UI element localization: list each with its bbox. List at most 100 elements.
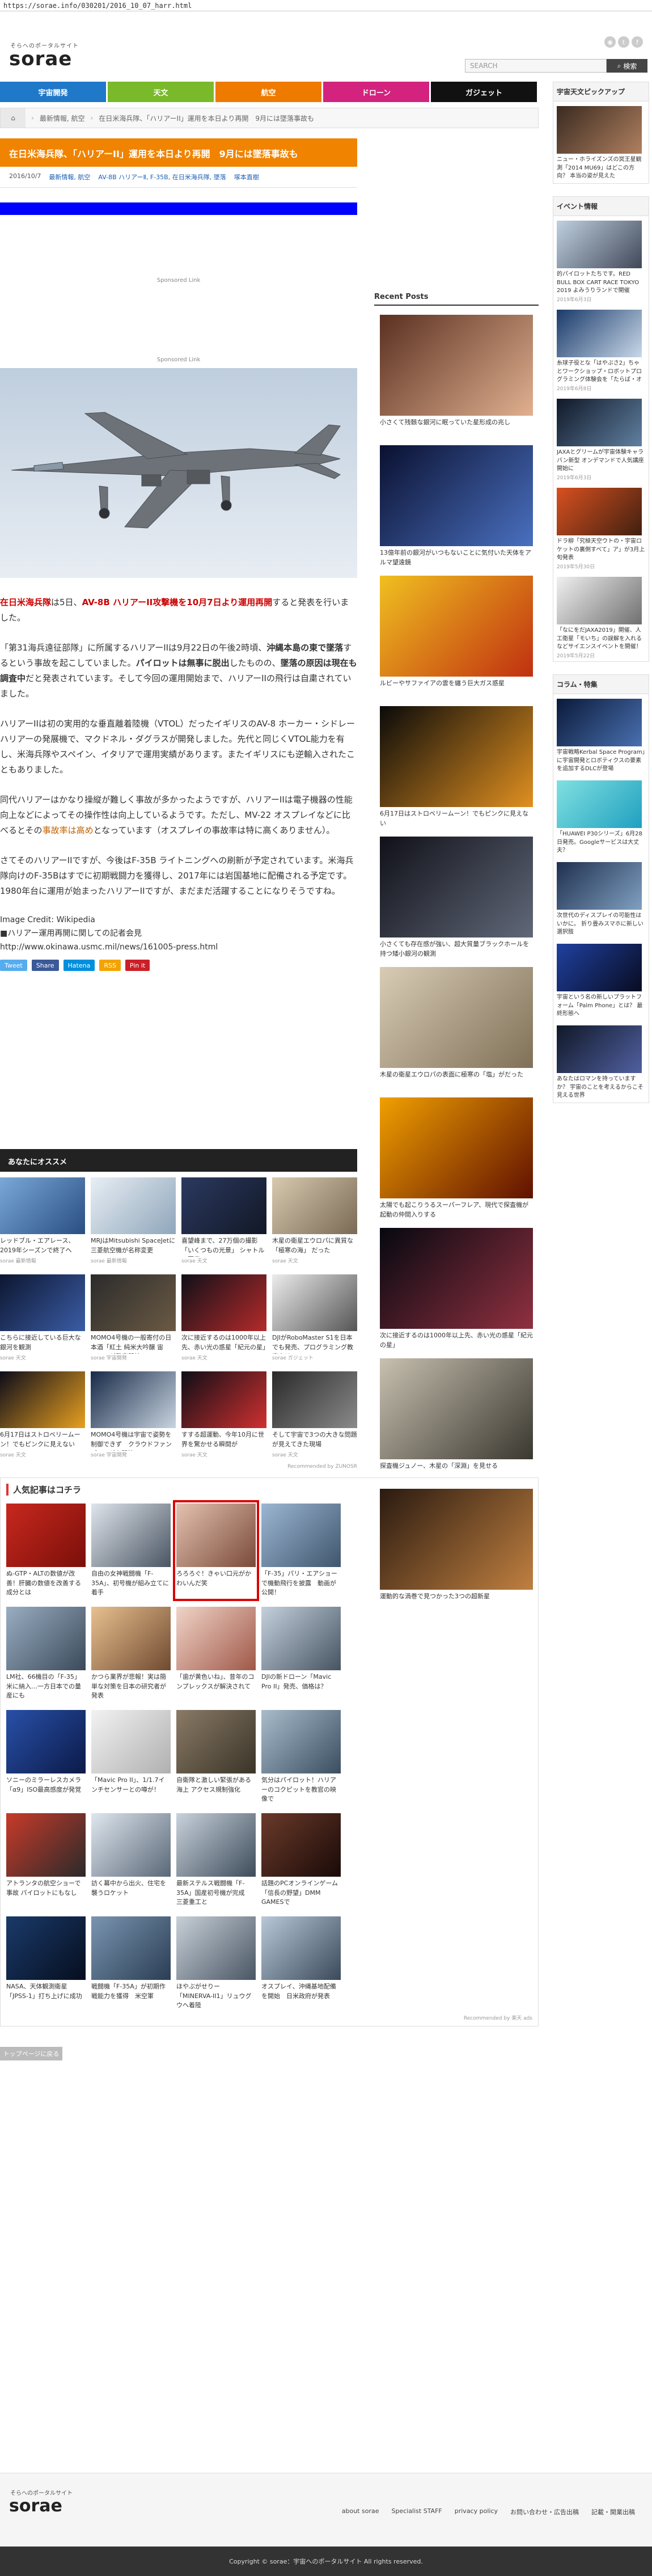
recent-post[interactable]: 太陽でも起こりうるスーパーフレア、現代で探査機が起動の仲間入りする (374, 1097, 539, 1219)
recommend-item-title[interactable]: 6月17日はストロベリームーン！でもピンクに見えない (0, 1430, 85, 1451)
search-input[interactable]: SEARCH (465, 59, 607, 73)
share-button-pin-it[interactable]: Pin it (125, 960, 150, 972)
events-item-title[interactable]: 糸球子役とな「はやぶさ2」ちゃとワークショップ・ロボットプログラミング体験会を「… (557, 360, 645, 385)
thumbnail-image[interactable] (380, 706, 533, 807)
thumbnail-image[interactable] (181, 1274, 266, 1332)
thumbnail-image[interactable] (557, 862, 642, 910)
thumbnail-image[interactable] (261, 1504, 341, 1568)
recommend-item-title[interactable]: そして宇宙で3つの大きな問題が見えてきた現場 (272, 1430, 357, 1451)
popular-item[interactable]: ほやぶがせりー「MINERVA-II1」リュウグウへ着陸 (176, 1916, 256, 2011)
popular-item[interactable]: 話題のPCオンラインゲーム「信長の野望」DMM GAMESで (261, 1813, 341, 1907)
thumbnail-image[interactable] (557, 1025, 642, 1073)
article-tags[interactable]: AV-8B ハリアーⅡ, F-35B, 在日米海兵隊, 墜落 (98, 172, 226, 181)
breadcrumb-category[interactable]: 最新情報, 航空 (40, 113, 85, 123)
column-item[interactable]: 「HUAWEI P30シリーズ」6月28日発売。Googleサービスは大丈夫？ (553, 776, 649, 858)
ad-banner[interactable] (0, 202, 357, 215)
footer-link[interactable]: about sorae (342, 2507, 379, 2516)
rss-icon[interactable]: ◉ (604, 36, 616, 48)
column-item-title[interactable]: あなたはロマンを持っていますか？ 宇宙のことを考えるからこそ見える世界 (557, 1075, 645, 1100)
footer-link[interactable]: privacy policy (455, 2507, 498, 2516)
recent-post-title[interactable]: 6月17日はストロベリームーン！でもピンクに見えない (374, 807, 539, 827)
back-to-top-button[interactable]: トップページに戻る (0, 2047, 62, 2061)
column-item-title[interactable]: 宇宙戦略Kerbal Space Program」に宇宙開発とロボティクスの要素… (557, 749, 645, 774)
site-logo[interactable]: sorae (9, 48, 72, 70)
nav-item-2[interactable]: 航空 (215, 82, 323, 102)
thumbnail-image[interactable] (346, 1813, 426, 1877)
recommend-item[interactable]: 木星の衛星エウロパに異質な「極寒の海」 だった sorae 天文 (272, 1177, 357, 1264)
search-button[interactable]: ⌕ 検索 (607, 59, 647, 73)
thumbnail-image[interactable] (181, 1177, 266, 1235)
pickup-item-title[interactable]: ニュー・ホライズンズの冥王星観測「2014 MU69」はどこの方向？ 本当の姿が… (557, 156, 645, 181)
recent-post[interactable]: 小さくても存在感が強い、超大質量ブラックホールを持つ矮小銀河の観測 (374, 837, 539, 958)
thumbnail-image[interactable] (557, 780, 642, 828)
recommend-item-title[interactable]: MOMO4号機の一般寄付の日本酒「紅土 純米大吟醸 宙へ！」が発売開始 (91, 1333, 176, 1354)
thumbnail-image[interactable] (557, 944, 642, 991)
recent-post-title[interactable]: 運動的な渦巻で見つかった3つの超新星 (374, 1590, 539, 1610)
thumbnail-image[interactable] (557, 699, 642, 746)
thumbnail-image[interactable] (181, 1371, 266, 1429)
nav-item-3[interactable]: ドローン (323, 82, 431, 102)
thumbnail-image[interactable] (557, 399, 642, 446)
recommend-item-title[interactable]: すする超運動、今年10月に世界を驚かせる瞬間が (181, 1430, 266, 1451)
thumbnail-image[interactable] (557, 221, 642, 268)
recent-post[interactable]: 運動的な渦巻で見つかった3つの超新星 (374, 1489, 539, 1610)
popular-item-title[interactable]: アトランタの航空ショーで事故 パイロットにもなし (6, 1879, 86, 1907)
events-item-title[interactable]: JAXAとグリームが宇宙体験キャラバン新型 オンデマンドで人気講座開始に (557, 449, 645, 474)
thumbnail-image[interactable] (176, 1504, 256, 1568)
recent-post[interactable]: 木星の衛星エウロパの表面に極寒の「塩」がだった (374, 967, 539, 1088)
recent-post-title[interactable]: ルビーやサファイアの雲を纏う巨大ガス惑星 (374, 677, 539, 697)
events-item[interactable]: 「なにをだJAXA2019」開催、人工衛星「モいち」の誤解を入れるなどサイエンス… (553, 572, 649, 661)
thumbnail-image[interactable] (261, 1607, 341, 1671)
thumbnail-image[interactable] (346, 1607, 426, 1671)
column-item-title[interactable]: 「HUAWEI P30シリーズ」6月28日発売。Googleサービスは大丈夫？ (557, 830, 645, 855)
thumbnail-image[interactable] (91, 1607, 171, 1671)
popular-item-title[interactable]: 自由の女神戦闘機「F-35A」、初号機が組み立てに着手 (91, 1569, 171, 1598)
thumbnail-image[interactable] (380, 1228, 533, 1329)
recommend-item[interactable]: そして宇宙で3つの大きな問題が見えてきた現場 sorae 天文 (272, 1371, 357, 1458)
popular-item-title[interactable]: 「F-35」パリ・エアショーで機動飛行を披露 動画が公開！ (261, 1569, 341, 1598)
events-item-title[interactable]: 的パイロットたちです。RED BULL BOX CART RACE TOKYO … (557, 271, 645, 295)
article-category[interactable]: 最新情報, 航空 (49, 172, 90, 181)
accident-rate-link[interactable]: 事故率は高め (43, 825, 94, 835)
recommend-item-title[interactable]: DJIがRoboMaster S1を日本でも発売、プログラミング教育向け (272, 1333, 357, 1354)
events-item-title[interactable]: 「なにをだJAXA2019」開催、人工衛星「モいち」の誤解を入れるなどサイエンス… (557, 627, 645, 652)
thumbnail-image[interactable] (380, 1097, 533, 1198)
thumbnail-image[interactable] (0, 1371, 85, 1429)
popular-item[interactable]: ソニーのミラーレスカメラ「α9」ISO最高感度が発覚 (6, 1710, 86, 1804)
thumbnail-image[interactable] (380, 967, 533, 1068)
nav-item-4[interactable]: ガジェット (431, 82, 539, 102)
column-item-title[interactable]: 次世代のディスプレイの可能性はいかに。 折り畳みスマホに新しい選択肢 (557, 912, 645, 937)
recent-post-title[interactable]: 13億年前の銀河がいつもないことに気付いた天体をアルマ望遠鏡 (374, 546, 539, 567)
column-item[interactable]: あなたはロマンを持っていますか？ 宇宙のことを考えるからこそ見える世界 (553, 1021, 649, 1103)
share-button-rss[interactable]: RSS (99, 960, 121, 972)
thumbnail-image[interactable] (91, 1916, 171, 1980)
thumbnail-image[interactable] (91, 1504, 171, 1568)
popular-item-title[interactable]: 最新ステルス戦闘機「F-35A」国産初号機が完成 三菱重工と (176, 1879, 256, 1907)
recent-post-title[interactable]: 小さくても存在感が強い、超大質量ブラックホールを持つ矮小銀河の観測 (374, 938, 539, 958)
popular-item-title[interactable]: かつら業界が悲報！実は簡単な対策を日本の研究者が発表 (91, 1673, 171, 1701)
popular-item[interactable]: DJIの新ドローン「Mavic Pro II」発売、価格は？ (261, 1607, 341, 1701)
thumbnail-image[interactable] (380, 1358, 533, 1459)
thumbnail-image[interactable] (176, 1916, 256, 1980)
thumbnail-image[interactable] (380, 837, 533, 938)
recent-post[interactable]: 小さくて残骸な銀河に眠っていた星形成の兆し (374, 315, 539, 436)
thumbnail-image[interactable] (346, 1916, 426, 1980)
article-author[interactable]: 塚本直樹 (234, 172, 259, 181)
popular-item[interactable]: 自衛隊と激しい緊張がある海上 アクセス規制強化 (176, 1710, 256, 1804)
home-icon[interactable]: ⌂ (1, 108, 26, 128)
recommend-item[interactable]: 6月17日はストロベリームーン！でもピンクに見えない sorae 天文 (0, 1371, 85, 1458)
popular-item-title[interactable]: NASA、天体観測衛星「JPSS-1」打ち上げに成功 (6, 1982, 86, 2011)
popular-item-title[interactable]: ソニーのミラーレスカメラ「α9」ISO最高感度が発覚 (6, 1776, 86, 1804)
popular-item[interactable]: ろろろぐ！きゃい口元がかわいんだ笑 (173, 1500, 259, 1602)
popular-item-title[interactable]: LM社、66機目の「F-35」米に納入…一方日本での量産にも (6, 1673, 86, 1701)
pickup-item[interactable]: ニュー・ホライズンズの冥王星観測「2014 MU69」はどこの方向？ 本当の姿が… (553, 102, 649, 183)
popular-item[interactable]: 「Mavic Pro II」、1/1.7インチセンサーとの噂が！ (91, 1710, 171, 1804)
popular-item[interactable]: 「歯が黄色いね」、昔年のコンプレックスが解決されて (176, 1607, 256, 1701)
thumbnail-image[interactable] (6, 1710, 86, 1774)
source-url[interactable]: http://www.okinawa.usmc.mil/news/161005-… (0, 941, 357, 955)
recommend-item-title[interactable]: MRJはMitsubishi SpaceJetに 三菱航空機が名称変更 (91, 1236, 176, 1257)
thumbnail-image[interactable] (91, 1710, 171, 1774)
share-button-hatena[interactable]: Hatena (63, 960, 95, 972)
share-button-tweet[interactable]: Tweet (0, 960, 27, 972)
thumbnail-image[interactable] (91, 1274, 176, 1332)
